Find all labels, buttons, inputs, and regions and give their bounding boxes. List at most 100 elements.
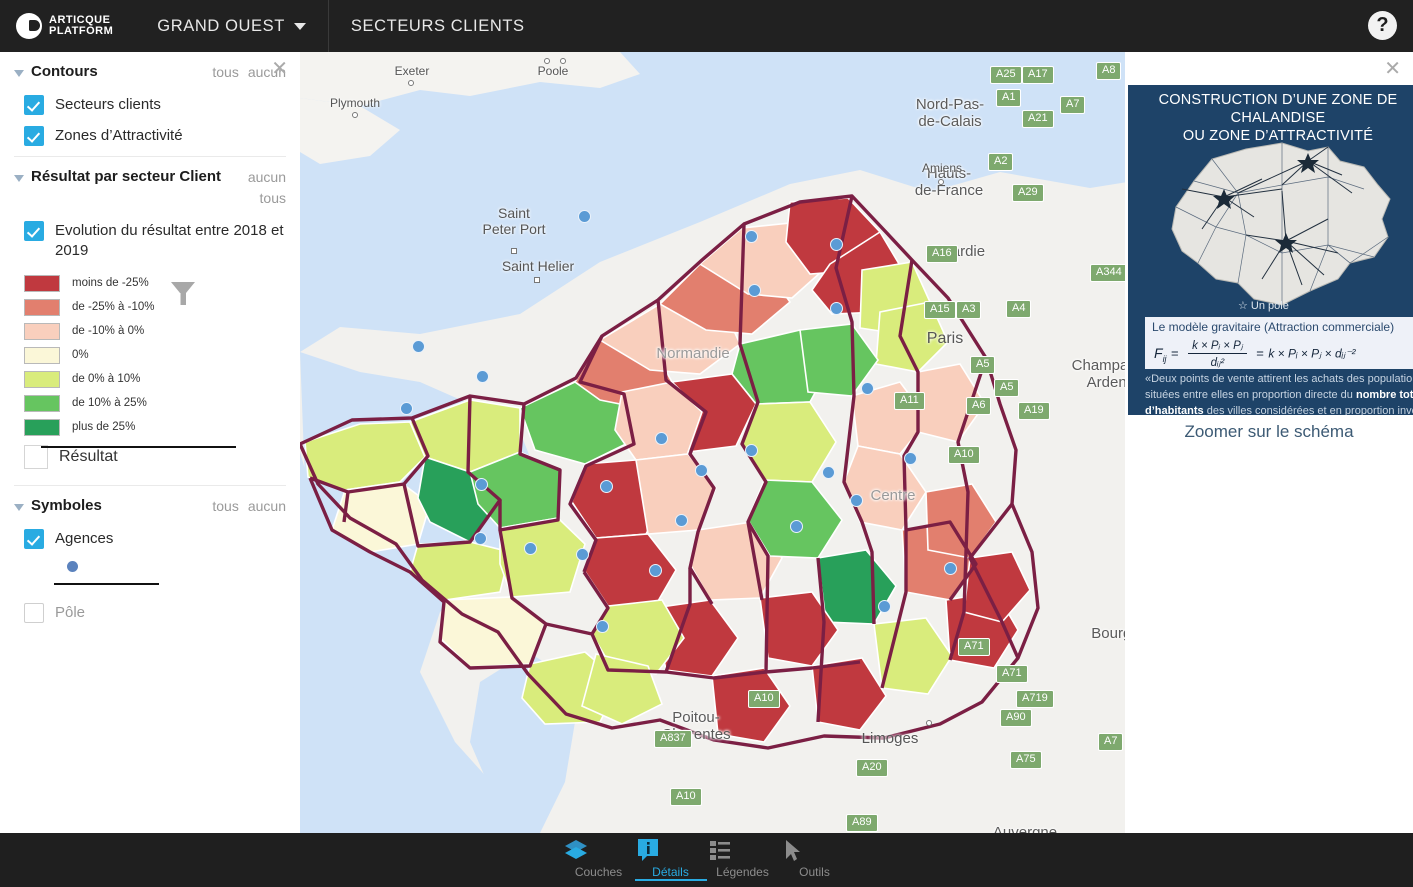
- highway-shield: A20: [856, 759, 888, 777]
- agency-marker[interactable]: [822, 466, 835, 479]
- legend-label: de -10% à 0%: [72, 325, 145, 337]
- agency-marker[interactable]: [861, 382, 874, 395]
- agency-marker[interactable]: [745, 444, 758, 457]
- agency-marker[interactable]: [790, 520, 803, 533]
- tab-outils[interactable]: Outils: [779, 833, 851, 879]
- map-city-label: Amiens: [921, 161, 962, 175]
- funnel-icon[interactable]: [168, 278, 198, 308]
- layer-row-zones-attractivite[interactable]: Zones d’Attractivité: [24, 126, 286, 146]
- agency-marker[interactable]: [412, 340, 425, 353]
- result-slider-track[interactable]: [41, 446, 236, 448]
- tab-details[interactable]: Détails: [634, 833, 707, 881]
- select-all-link[interactable]: tous: [260, 188, 286, 208]
- tab-legendes[interactable]: Légendes: [707, 833, 779, 879]
- highway-shield: A7: [1060, 96, 1086, 114]
- articque-logo[interactable]: ARTICQUE PLATFORM: [16, 13, 113, 39]
- symbol-slider-track[interactable]: [54, 583, 159, 585]
- bottom-toolbar: Couches Détails Légendes Outils: [0, 833, 1413, 887]
- highway-shield: A719: [1016, 690, 1054, 708]
- checkbox-pole[interactable]: [24, 603, 44, 623]
- result-slider-row[interactable]: Résultat: [24, 445, 286, 469]
- help-icon[interactable]: ?: [1368, 11, 1397, 40]
- highway-shield: A4: [1006, 300, 1032, 318]
- select-all-link[interactable]: tous: [212, 496, 238, 516]
- section-title: Résultat par secteur Client: [31, 168, 222, 185]
- agency-marker[interactable]: [655, 432, 668, 445]
- highway-shield: A5: [970, 356, 996, 374]
- legend-label: de 10% à 25%: [72, 397, 147, 409]
- checkbox-resultat[interactable]: [24, 445, 48, 469]
- collapse-triangle-icon[interactable]: [14, 175, 24, 182]
- highway-shield: A29: [1012, 184, 1044, 202]
- agency-marker[interactable]: [476, 370, 489, 383]
- map-city-label: Plymouth: [329, 96, 381, 110]
- agency-marker[interactable]: [600, 480, 613, 493]
- close-icon[interactable]: ✕: [1384, 59, 1401, 79]
- agency-marker[interactable]: [878, 600, 891, 613]
- agency-marker[interactable]: [400, 402, 413, 415]
- agency-marker[interactable]: [649, 564, 662, 577]
- close-icon[interactable]: ✕: [271, 59, 288, 79]
- highway-shield: A5: [994, 379, 1020, 397]
- agency-marker[interactable]: [475, 478, 488, 491]
- formula-heading: Le modèle gravitaire (Attraction commerc…: [1152, 320, 1395, 334]
- checkbox-evolution-resultat[interactable]: [24, 221, 44, 241]
- select-all-link[interactable]: tous: [212, 62, 238, 82]
- schema-pole-legend: ☆ Un pôle: [1238, 300, 1289, 312]
- section-symboles: Symboles tous aucun Agences Pôle: [0, 496, 300, 623]
- zoom-schema-link[interactable]: Zoomer sur le schéma: [1125, 422, 1413, 442]
- collapse-triangle-icon[interactable]: [14, 504, 24, 511]
- layer-row-pole[interactable]: Pôle: [24, 603, 286, 623]
- tab-couches[interactable]: Couches: [563, 833, 635, 879]
- brand-line-2: PLATFORM: [49, 25, 114, 37]
- highway-shield: A15: [924, 301, 956, 319]
- agency-marker[interactable]: [578, 210, 591, 223]
- select-none-link[interactable]: aucun: [248, 167, 286, 187]
- legend-item: de 0% à 10%: [24, 367, 286, 391]
- map-city-dot: [534, 277, 540, 283]
- select-none-link[interactable]: aucun: [248, 496, 286, 516]
- legend-icon: [709, 841, 730, 860]
- legend-item: moins de -25%: [24, 271, 286, 295]
- agency-marker[interactable]: [576, 548, 589, 561]
- highway-shield: A25: [990, 66, 1022, 84]
- symbol-size-slider[interactable]: [54, 561, 286, 589]
- legend-swatch: [24, 418, 60, 436]
- agency-marker[interactable]: [474, 532, 487, 545]
- schema-map-graphic: [1171, 142, 1391, 306]
- agency-marker[interactable]: [850, 494, 863, 507]
- agency-marker[interactable]: [695, 464, 708, 477]
- legend-label: 0%: [72, 349, 89, 361]
- map-city-dot: [560, 58, 566, 64]
- agency-marker[interactable]: [524, 542, 537, 555]
- checkbox-zones-attractivite[interactable]: [24, 126, 44, 146]
- agency-marker[interactable]: [830, 238, 843, 251]
- map-city-dot: [544, 58, 550, 64]
- section-title: Contours: [31, 63, 98, 80]
- agency-marker[interactable]: [745, 230, 758, 243]
- checkbox-secteurs-clients[interactable]: [24, 95, 44, 115]
- formula-eq1: =: [1171, 345, 1179, 361]
- schema-illustration[interactable]: CONSTRUCTION D’UNE ZONE DE CHALANDISE OU…: [1128, 85, 1413, 415]
- agency-marker[interactable]: [675, 514, 688, 527]
- app-header: ARTICQUE PLATFORM GRAND OUEST SECTEURS C…: [0, 0, 1413, 52]
- section-title: Symboles: [31, 497, 102, 514]
- agency-marker[interactable]: [830, 302, 843, 315]
- project-selector[interactable]: GRAND OUEST: [157, 17, 306, 36]
- agency-marker[interactable]: [944, 562, 957, 575]
- legend-label: moins de -25%: [72, 277, 149, 289]
- agency-marker[interactable]: [596, 620, 609, 633]
- agency-marker[interactable]: [748, 284, 761, 297]
- layer-row-agences[interactable]: Agences: [24, 529, 286, 549]
- collapse-triangle-icon[interactable]: [14, 70, 24, 77]
- layer-row-secteurs-clients[interactable]: Secteurs clients: [24, 95, 286, 115]
- gravity-model-quote: «Deux points de vente attirent les achat…: [1145, 371, 1413, 415]
- legend-label: de -25% à -10%: [72, 301, 155, 313]
- section-tab-secteurs-clients[interactable]: SECTEURS CLIENTS: [351, 17, 525, 36]
- layer-row-evolution-resultat[interactable]: Evolution du résultat entre 2018 et 2019: [24, 221, 286, 261]
- checkbox-agences[interactable]: [24, 529, 44, 549]
- agency-marker[interactable]: [904, 452, 917, 465]
- tab-label: Couches: [574, 865, 623, 879]
- highway-shield: A21: [1022, 110, 1054, 128]
- legend-item: de 10% à 25%: [24, 391, 286, 415]
